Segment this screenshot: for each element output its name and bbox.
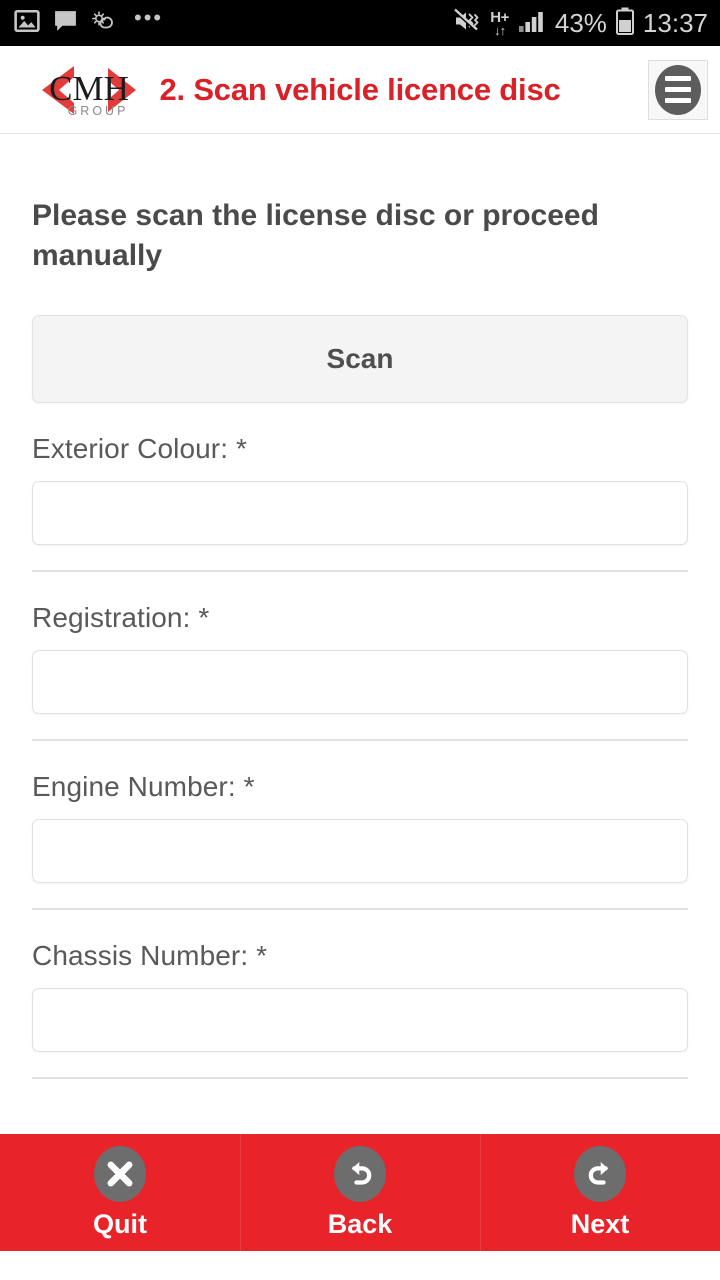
- battery-percent-label: 43%: [554, 7, 607, 38]
- scan-button[interactable]: Scan: [32, 315, 688, 404]
- back-button[interactable]: Back: [240, 1134, 480, 1251]
- field-exterior-colour: Exterior Colour: *: [32, 403, 688, 573]
- network-hplus-icon: H+ ↓↑: [490, 8, 509, 38]
- svg-text:GROUP: GROUP: [68, 104, 129, 118]
- chassis-number-input[interactable]: [32, 988, 688, 1053]
- field-label: Exterior Colour: *: [32, 433, 247, 465]
- engine-number-input[interactable]: [32, 819, 688, 884]
- status-bar-left-icons: •••: [14, 5, 164, 39]
- status-bar-right-icons: H+ ↓↑ 43% 13:37: [453, 7, 708, 40]
- svg-text:CMH: CMH: [49, 69, 129, 108]
- undo-arrow-icon: [334, 1145, 386, 1202]
- mute-vibrate-icon: [453, 8, 481, 39]
- bottom-navigation-bar: Quit Back Next: [0, 1134, 720, 1251]
- app-header: CMH GROUP 2. Scan vehicle licence disc: [0, 46, 720, 134]
- field-engine-number: Engine Number: *: [32, 741, 688, 911]
- signal-bars-icon: [518, 9, 546, 38]
- close-x-icon: [94, 1145, 146, 1202]
- registration-input[interactable]: [32, 650, 688, 715]
- hamburger-menu-icon: [655, 64, 701, 115]
- next-label: Next: [570, 1208, 630, 1239]
- more-dots-icon: •••: [134, 5, 164, 30]
- field-chassis-number: Chassis Number: *: [32, 910, 688, 1080]
- back-label: Back: [327, 1208, 393, 1239]
- field-label: Engine Number: *: [32, 771, 255, 803]
- cmh-group-logo: CMH GROUP: [14, 57, 164, 123]
- image-icon: [14, 8, 40, 39]
- battery-icon: [615, 7, 634, 40]
- field-label: Chassis Number: *: [32, 940, 268, 972]
- message-icon: [53, 8, 78, 38]
- instruction-text: Please scan the license disc or proceed …: [32, 199, 599, 272]
- next-button[interactable]: Next: [480, 1134, 720, 1251]
- exterior-colour-input[interactable]: [32, 481, 688, 546]
- status-bar: ••• H+ ↓↑ 43% 13:37: [0, 0, 720, 46]
- field-registration: Registration: *: [32, 572, 688, 742]
- field-label: Registration: *: [32, 602, 210, 634]
- main-content: Please scan the license disc or proceed …: [0, 134, 720, 1251]
- quit-button[interactable]: Quit: [0, 1134, 240, 1251]
- field-divider: [32, 1077, 688, 1080]
- clock-label: 13:37: [642, 7, 708, 38]
- redo-arrow-icon: [574, 1145, 626, 1202]
- quit-label: Quit: [93, 1208, 147, 1239]
- hamburger-menu-button[interactable]: [648, 59, 708, 120]
- weather-icon: [91, 9, 121, 38]
